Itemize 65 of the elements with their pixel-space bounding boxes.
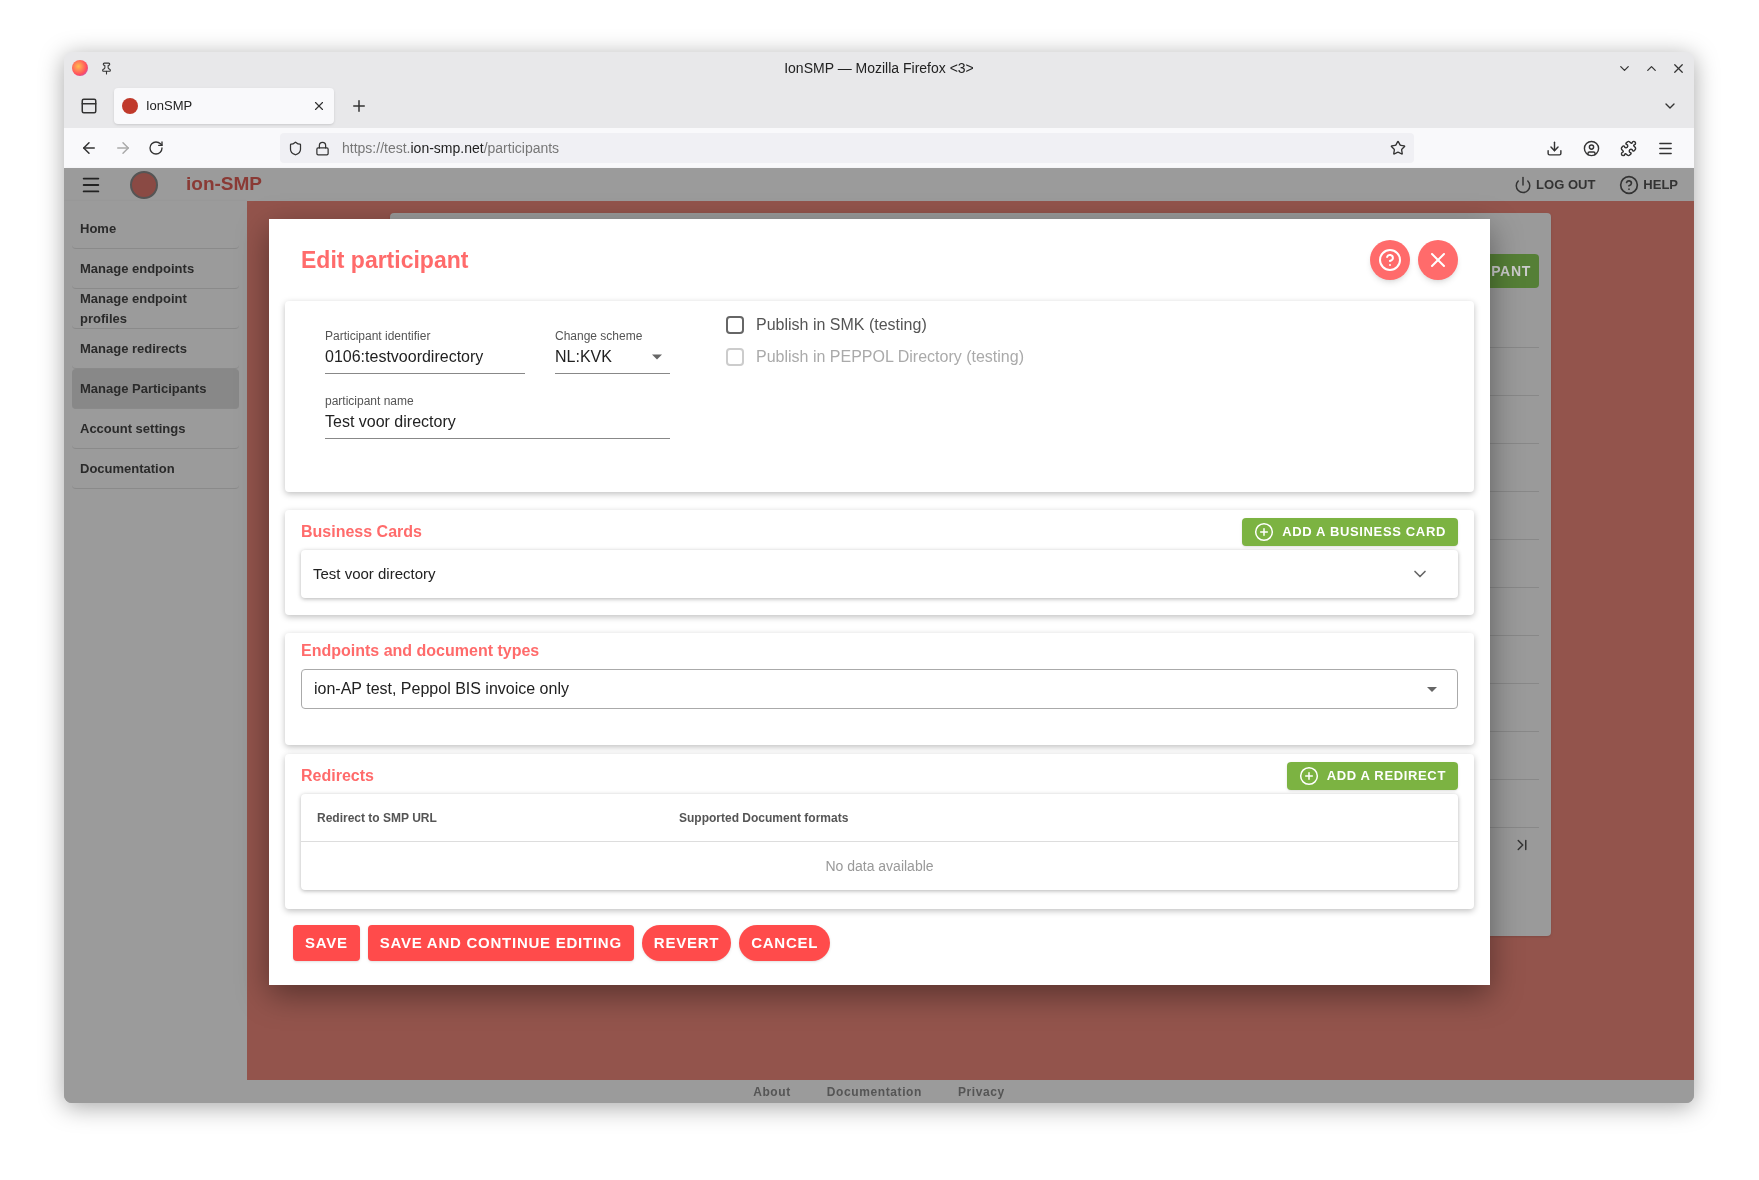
site-favicon <box>122 98 138 114</box>
account-icon[interactable] <box>1583 139 1600 157</box>
url-text: https://test.ion-smp.net/participants <box>342 138 560 158</box>
field-label: Change scheme <box>555 328 644 345</box>
scheme-select[interactable]: Change scheme NL:KVK <box>555 327 670 374</box>
power-icon <box>1514 175 1533 194</box>
business-card-row[interactable]: Test voor directory <box>301 550 1458 598</box>
dropdown-arrow-icon <box>1427 686 1437 692</box>
help-icon <box>1378 248 1402 272</box>
section-title: Redirects <box>301 766 374 786</box>
section-title: Business Cards <box>301 522 422 542</box>
logo-icon <box>130 170 158 199</box>
action-button[interactable]: SAVE <box>293 925 360 961</box>
tab-label: IonSMP <box>146 97 193 116</box>
column-header: Redirect to SMP URL <box>317 809 438 827</box>
action-button[interactable]: CANCEL <box>739 925 831 961</box>
help-icon <box>1619 174 1640 195</box>
add-icon <box>1298 766 1319 786</box>
action-button[interactable]: REVERT <box>641 925 732 961</box>
url-bar[interactable]: https://test.ion-smp.net/participants <box>280 133 1414 163</box>
window-title: IonSMP — Mozilla Firefox <3> <box>784 58 974 78</box>
footer-link[interactable]: About <box>753 1082 791 1101</box>
browser-tab[interactable]: IonSMP <box>114 88 334 124</box>
tab-close-icon[interactable] <box>312 99 326 113</box>
column-header: Supported Document formats <box>679 809 849 827</box>
sidebar-item[interactable]: Manage Participants <box>72 369 239 409</box>
select-value: ion-AP test, Peppol BIS invoice only <box>314 679 569 699</box>
log-out-button[interactable]: LOG OUT <box>1514 174 1596 195</box>
empty-message: No data available <box>825 856 934 876</box>
text-field[interactable]: participant name Test voor directory <box>325 392 670 439</box>
field-value: Test voor directory <box>325 412 456 432</box>
back-icon[interactable] <box>80 139 98 157</box>
footer-link[interactable]: Privacy <box>957 1082 1005 1101</box>
bookmark-star-icon[interactable] <box>1390 140 1406 156</box>
text-field[interactable]: Participant identifier 0106:testvoordirectory <box>325 327 525 374</box>
field-label: Participant identifier <box>325 328 432 345</box>
field-label: participant name <box>325 393 415 410</box>
brand-name: ion-SMP <box>186 172 262 197</box>
download-icon[interactable] <box>1546 139 1563 157</box>
shield-icon <box>288 140 303 156</box>
help-button[interactable]: HELP <box>1619 174 1678 195</box>
help-button[interactable] <box>1370 240 1410 280</box>
sidebar-item[interactable]: Documentation <box>72 449 239 489</box>
extensions-icon[interactable] <box>1620 139 1637 157</box>
dialog-title: Edit participant <box>301 245 469 275</box>
reload-icon[interactable] <box>148 140 164 156</box>
endpoint-select[interactable]: ion-AP test, Peppol BIS invoice only <box>301 669 1458 709</box>
tab-overview-icon[interactable] <box>80 97 98 115</box>
sidebar-item[interactable]: Manage endpoints <box>72 249 239 289</box>
action-button[interactable]: SAVE AND CONTINUE EDITING <box>367 925 634 961</box>
footer-link[interactable]: Documentation <box>826 1082 922 1101</box>
section-title: Endpoints and document types <box>301 642 540 659</box>
business-card-name: Test voor directory <box>313 563 436 584</box>
lock-icon <box>315 140 330 156</box>
field-value: 0106:testvoordirectory <box>325 347 484 367</box>
new-tab-icon[interactable] <box>350 97 368 115</box>
add-icon <box>1254 522 1275 542</box>
publish-checkbox[interactable]: Publish in SMK (testing) <box>726 313 1024 337</box>
pin-icon <box>100 61 113 75</box>
sidebar-item[interactable]: Manage endpoint profiles <box>72 289 239 329</box>
sidebar-item[interactable]: Account settings <box>72 409 239 449</box>
sidebar-item[interactable]: Home <box>72 209 239 249</box>
dropdown-arrow-icon <box>652 354 662 360</box>
close-button[interactable] <box>1418 240 1458 280</box>
field-value: NL:KVK <box>555 347 612 367</box>
